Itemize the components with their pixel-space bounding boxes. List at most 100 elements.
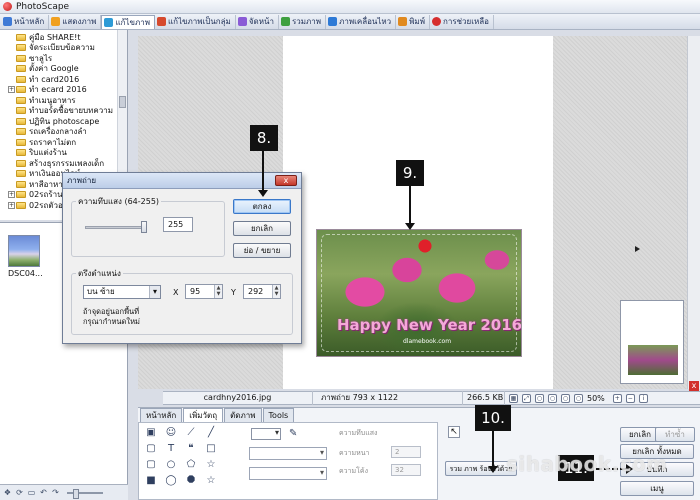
resize-button[interactable]: ย่อ / ขยาย: [233, 243, 291, 258]
title-bar: PhotoScape: [0, 0, 700, 14]
navigator-preview[interactable]: [620, 300, 684, 384]
home-icon: [3, 17, 12, 26]
brightness-slider-thumb[interactable]: [141, 221, 147, 233]
quote-icon[interactable]: ❝: [185, 443, 197, 455]
tree-folder-item[interactable]: รถราคาไม่ตก: [8, 137, 127, 148]
combine-icon: [280, 17, 290, 26]
tree-expander-icon[interactable]: +: [8, 86, 15, 94]
tab-tools[interactable]: Tools: [262, 408, 295, 422]
circle-shape-icon[interactable]: ◯: [165, 475, 177, 487]
folder-icon: [16, 170, 26, 178]
work-area-scrollbar[interactable]: [687, 36, 700, 389]
folder-icon: [16, 201, 26, 209]
zoom-in-icon[interactable]: +: [612, 393, 622, 403]
undo-button[interactable]: ยกเลิก: [620, 427, 660, 442]
window-title: PhotoScape: [16, 1, 70, 12]
menu-combine[interactable]: รวมภาพ: [279, 14, 327, 29]
select-pointer-icon[interactable]: ↖: [448, 426, 460, 438]
thumbnail-size-slider[interactable]: [67, 488, 103, 499]
object-tool-grid: ▣ ☺ ⟋ ╱ ▢ T ❝ □ ▢ ○ ⬠ ☆ ■ ◯ ⯃ ☆: [145, 427, 221, 487]
zoom-width-icon[interactable]: ○: [561, 393, 570, 403]
menu-page[interactable]: จัดหน้า: [236, 14, 279, 29]
folder-icon: [16, 138, 26, 146]
icon-object-icon[interactable]: ☺: [165, 427, 177, 439]
editor-tabs: หน้าหลัก เพิ่มวัตถุ ตัดภาพ Tools: [140, 408, 295, 422]
dialog-close-button[interactable]: x: [275, 175, 297, 186]
menu-home[interactable]: หน้าหลัก: [1, 14, 50, 29]
tab-crop[interactable]: ตัดภาพ: [224, 408, 262, 422]
brightness-input[interactable]: 255: [163, 217, 193, 232]
zoom-height-icon[interactable]: ○: [574, 393, 583, 403]
x-spinner-arrows-icon[interactable]: ▲ ▼: [214, 285, 222, 298]
editor-icon: [104, 17, 114, 27]
star-shape-icon[interactable]: ☆: [205, 475, 217, 487]
ok-button[interactable]: ตกลง: [233, 199, 291, 214]
rotate-left-icon[interactable]: ↶: [39, 488, 48, 497]
menu-animated-gif[interactable]: ภาพเคลื่อนไหว: [326, 14, 397, 29]
roundness-spinner[interactable]: 32: [391, 464, 421, 476]
photo-thumbnail[interactable]: [8, 235, 40, 267]
line-color-picker[interactable]: [251, 428, 281, 440]
inserted-photo[interactable]: Happy New Year 2016 dlamebook.com: [316, 229, 522, 357]
fit-screen-icon[interactable]: ⤢: [522, 393, 531, 403]
step-9-badge: 9.: [396, 160, 424, 186]
photoscape-logo-icon: [3, 2, 12, 11]
info-icon[interactable]: i: [638, 393, 648, 403]
redo-button[interactable]: ทำซ้ำ: [655, 427, 695, 442]
tab-object[interactable]: เพิ่มวัตถุ: [183, 408, 224, 422]
dialog-title-bar: ภาพถ่าย: [63, 173, 301, 189]
position-select[interactable]: บน ซ้าย: [83, 285, 161, 299]
zoom-level: 50%: [587, 393, 605, 403]
thickness-label: ความหนา: [339, 449, 370, 457]
x-position-input[interactable]: 95 ▲ ▼: [185, 284, 223, 299]
photo-object-icon[interactable]: ▣: [145, 427, 157, 439]
zoom-out-icon[interactable]: −: [625, 393, 635, 403]
tree-expander-icon[interactable]: +: [8, 191, 15, 199]
menu-button[interactable]: เมนู: [620, 481, 694, 496]
octagon-icon[interactable]: ⯃: [185, 475, 197, 487]
opacity-label: ความทึบแสง: [339, 429, 378, 437]
eyedropper-icon[interactable]: ✎: [289, 428, 297, 439]
page-layout-icon: [237, 17, 247, 26]
folder-icon: [16, 75, 26, 83]
brush-icon[interactable]: ⟋: [185, 427, 197, 439]
print-icon: [398, 17, 408, 26]
rectangle-icon[interactable]: □: [205, 443, 217, 455]
y-spinner-arrows-icon[interactable]: ▲ ▼: [272, 285, 280, 298]
scrollbar-thumb[interactable]: [119, 96, 126, 108]
speech-bubble-icon[interactable]: ▢: [145, 443, 157, 455]
x-label: X: [173, 288, 179, 297]
menu-help[interactable]: การช่วยเหลือ: [430, 14, 494, 29]
status-filename: cardhny2016.jpg: [163, 391, 313, 405]
zoom-fit-icon[interactable]: ○: [548, 393, 557, 403]
tree-folder-item[interactable]: จัดระเบียบข้อความ: [8, 43, 127, 54]
tab-home[interactable]: หน้าหลัก: [140, 408, 183, 422]
folder-icon: [16, 33, 26, 41]
line-style-select[interactable]: [249, 447, 327, 460]
help-icon: [431, 17, 441, 26]
add-folder-icon[interactable]: ❖: [3, 488, 12, 497]
zoom-icon[interactable]: ○: [535, 393, 544, 403]
ellipse-icon[interactable]: ○: [165, 459, 177, 471]
cancel-button[interactable]: ยกเลิก: [233, 221, 291, 236]
fill-style-select[interactable]: [249, 467, 327, 480]
line-icon[interactable]: ╱: [205, 427, 217, 439]
brightness-slider-track[interactable]: [85, 226, 147, 229]
pentagon-icon[interactable]: ⬠: [185, 459, 197, 471]
tree-expander-icon[interactable]: +: [8, 201, 15, 209]
menu-editor[interactable]: แก้ไขภาพ: [101, 14, 155, 29]
rounded-rectangle-icon[interactable]: ▢: [145, 459, 157, 471]
rotate-right-icon[interactable]: ↷: [51, 488, 60, 497]
thickness-spinner[interactable]: 2: [391, 446, 421, 458]
filled-square-icon[interactable]: ■: [145, 475, 157, 487]
menu-batch-editor[interactable]: แก้ไขภาพเป็นกลุ่ม: [155, 14, 236, 29]
y-position-input[interactable]: 292 ▲ ▼: [243, 284, 281, 299]
actual-size-icon[interactable]: ▦: [509, 393, 518, 403]
refresh-icon[interactable]: ⟳: [15, 488, 24, 497]
folder-icon[interactable]: ▭: [27, 488, 36, 497]
menu-print[interactable]: พิมพ์: [396, 14, 430, 29]
text-icon[interactable]: T: [165, 443, 177, 455]
close-preview-icon[interactable]: x: [689, 381, 699, 391]
menu-viewer[interactable]: แสดงภาพ: [49, 14, 102, 29]
star-icon[interactable]: ☆: [205, 459, 217, 471]
